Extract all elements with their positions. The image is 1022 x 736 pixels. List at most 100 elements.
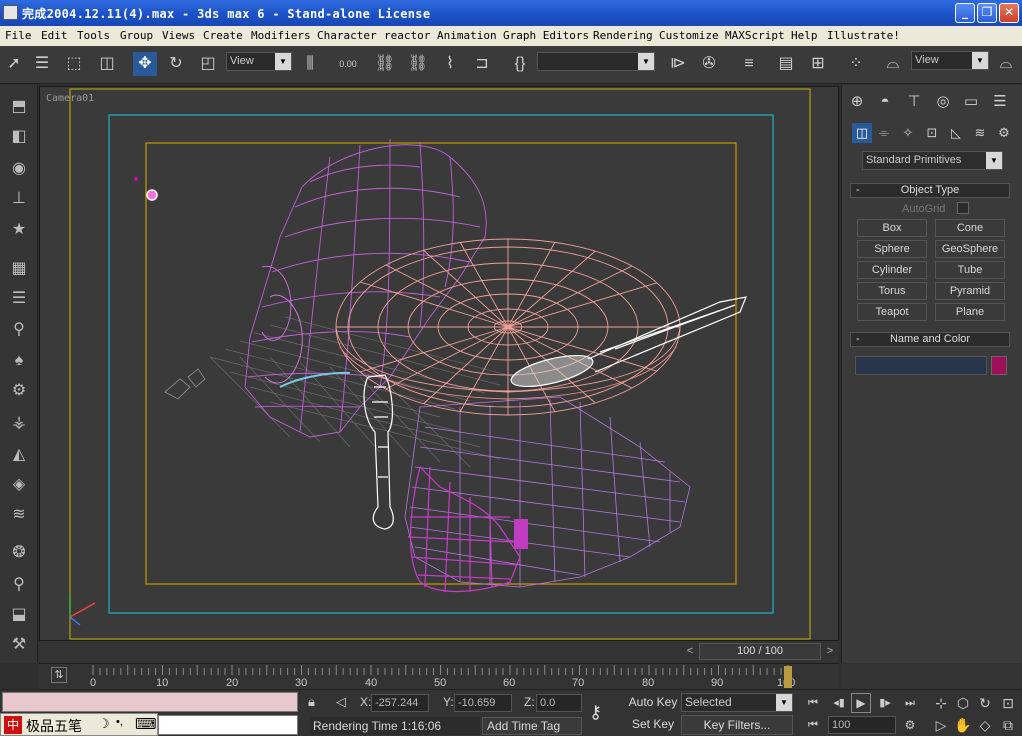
waves-icon[interactable]: ≋: [7, 503, 31, 527]
punctuation-icon[interactable]: •,: [116, 716, 123, 728]
modifiers-icon[interactable]: ♠: [7, 349, 31, 373]
settings-icon[interactable]: ⚙: [7, 379, 31, 403]
x-coordinate-field[interactable]: -257.244: [371, 694, 429, 712]
zoom-extents-icon[interactable]: ⊡: [996, 693, 1020, 713]
menu-graph-editors[interactable]: Graph Editors: [503, 29, 589, 42]
time-configuration-icon[interactable]: ⚙: [900, 716, 920, 734]
link-icon[interactable]: ⛓: [373, 52, 397, 76]
go-to-end-icon[interactable]: ⏭: [898, 693, 922, 713]
torus-button[interactable]: Torus: [857, 282, 927, 300]
cylinder-button[interactable]: Cylinder: [857, 261, 927, 279]
menu-modifiers[interactable]: Modifiers: [251, 29, 311, 42]
cameras-icon[interactable]: ⊥: [7, 187, 31, 211]
object-type-rollout[interactable]: - Object Type: [850, 183, 1010, 198]
nurbs-icon[interactable]: ☰: [7, 287, 31, 311]
go-to-start-icon[interactable]: ⏮: [800, 693, 826, 713]
orbit-icon[interactable]: ◇: [974, 715, 996, 735]
menu-character[interactable]: Character: [317, 29, 377, 42]
box-button[interactable]: Box: [857, 219, 927, 237]
absolute-mode-icon[interactable]: ◁: [336, 692, 354, 712]
modify-tab-icon[interactable]: ◓: [874, 91, 896, 113]
reactor-icon[interactable]: ◭: [7, 443, 31, 467]
current-frame-field[interactable]: 100: [828, 716, 896, 734]
menu-edit[interactable]: Edit: [41, 29, 68, 42]
curve-editor-icon[interactable]: ▤: [774, 52, 798, 76]
utilities-tab-icon[interactable]: ☰: [989, 91, 1011, 113]
lock-icon[interactable]: 🔒︎: [308, 692, 324, 712]
pyramid-button[interactable]: Pyramid: [935, 282, 1005, 300]
systems-sub-icon[interactable]: ⚙: [994, 123, 1014, 143]
app-icon[interactable]: [3, 5, 18, 20]
cameras-sub-icon[interactable]: ⊡: [922, 123, 942, 143]
autogrid-checkbox[interactable]: [957, 202, 969, 214]
key-mode-toggle-icon[interactable]: ⏮: [804, 716, 822, 734]
viewport-label[interactable]: Camera01: [46, 93, 94, 104]
objects-icon[interactable]: ⬒: [7, 95, 31, 119]
sphere-button[interactable]: Sphere: [857, 240, 927, 258]
schematic-view-icon[interactable]: ⊞: [806, 52, 830, 76]
bind-spacewarp-icon[interactable]: ⌇: [438, 52, 462, 76]
name-color-rollout[interactable]: - Name and Color: [850, 332, 1010, 347]
prompt-line[interactable]: [158, 715, 298, 735]
object-name-input[interactable]: [855, 356, 987, 375]
create-tab-icon[interactable]: ⊕: [846, 91, 868, 113]
window-crossing-icon[interactable]: ◫: [95, 52, 119, 76]
next-frame-icon[interactable]: >: [823, 643, 837, 660]
category-select[interactable]: Standard Primitives ▼: [862, 151, 1003, 170]
menu-help[interactable]: Help: [791, 29, 818, 42]
geosphere-button[interactable]: GeoSphere: [935, 240, 1005, 258]
select-icon[interactable]: ➚: [2, 52, 26, 76]
ime-logo[interactable]: 中: [4, 716, 22, 734]
minimize-button[interactable]: _: [955, 3, 975, 23]
shapes-icon[interactable]: ◧: [7, 125, 31, 149]
key-icon[interactable]: ⚷: [589, 700, 617, 724]
menu-illustrate[interactable]: Illustrate!: [827, 29, 900, 42]
reference-coordinate-select[interactable]: View ▼: [226, 52, 292, 71]
maximize-viewport-icon[interactable]: ⧉: [996, 715, 1020, 735]
render-view-select[interactable]: View ▼: [911, 51, 989, 70]
next-frame-button-icon[interactable]: ▮▸: [874, 693, 896, 713]
menu-animation[interactable]: Animation: [437, 29, 497, 42]
camera-viewport[interactable]: Camera01: [39, 86, 839, 641]
region-select-icon[interactable]: ⬚: [62, 52, 86, 76]
play-icon[interactable]: ▶: [851, 693, 871, 713]
keyboard-icon[interactable]: ⌨: [135, 715, 157, 733]
time-slider-thumb[interactable]: 100 / 100: [699, 643, 821, 660]
menu-views[interactable]: Views: [162, 29, 195, 42]
particles-icon[interactable]: ★: [7, 218, 31, 242]
biped-icon[interactable]: ⚲: [7, 573, 31, 597]
deform-icon[interactable]: ❂: [7, 541, 31, 565]
ime-name[interactable]: 极品五笔: [26, 716, 82, 736]
teapot-button[interactable]: Teapot: [857, 303, 927, 321]
menu-tools[interactable]: Tools: [77, 29, 110, 42]
snap-icon[interactable]: ⊐: [470, 52, 494, 76]
motion-tab-icon[interactable]: ◎: [932, 91, 954, 113]
helpers-icon[interactable]: ⚶: [7, 411, 31, 435]
menu-group[interactable]: Group: [120, 29, 153, 42]
move-icon[interactable]: ✥: [133, 52, 157, 76]
lights-icon[interactable]: ◉: [7, 157, 31, 181]
cone-button[interactable]: Cone: [935, 219, 1005, 237]
display-tab-icon[interactable]: ▭: [960, 91, 982, 113]
title-bar[interactable]: 完成2004.12.11(4).max - 3ds max 6 - Stand-…: [0, 0, 1022, 26]
bone-icon[interactable]: ⬓: [7, 603, 31, 627]
set-key-button[interactable]: Set Key: [628, 715, 678, 735]
key-mode-select[interactable]: Selected ▼: [681, 693, 793, 712]
menu-reactor[interactable]: reactor: [384, 29, 430, 42]
layer-manager-icon[interactable]: ≡: [737, 52, 761, 76]
menu-customize[interactable]: Customize: [659, 29, 719, 42]
previous-frame-icon[interactable]: ◂▮: [828, 693, 850, 713]
lights-sub-icon[interactable]: ✧: [898, 123, 918, 143]
object-color-swatch[interactable]: [991, 356, 1007, 375]
z-coordinate-field[interactable]: 0.0: [536, 694, 582, 712]
material-editor-icon[interactable]: ⁘: [844, 52, 868, 76]
scale-icon[interactable]: ◰: [196, 52, 220, 76]
rotate-icon[interactable]: ↻: [164, 52, 188, 76]
zoom-all-icon[interactable]: ⬡: [952, 693, 974, 713]
tube-button[interactable]: Tube: [935, 261, 1005, 279]
restore-button[interactable]: ❐: [977, 3, 997, 23]
maxscript-listener[interactable]: [2, 692, 298, 712]
utilities-icon[interactable]: ⚒: [7, 633, 31, 657]
named-selection-set-select[interactable]: ▼: [537, 52, 655, 71]
menu-file[interactable]: File: [5, 29, 32, 42]
